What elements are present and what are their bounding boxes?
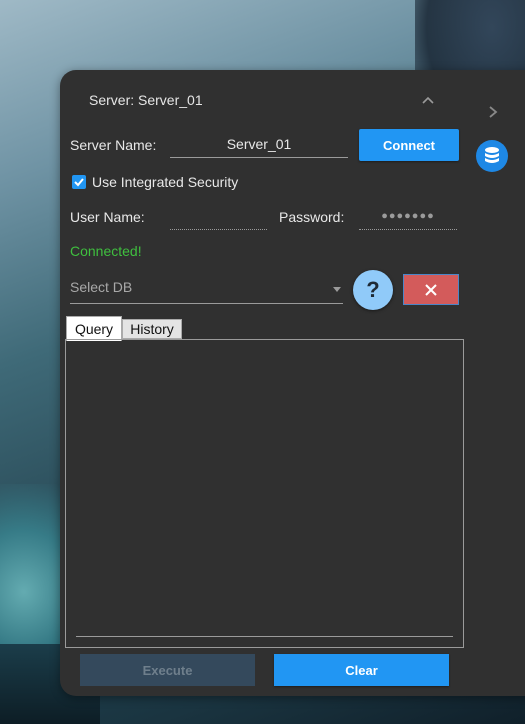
server-name-label: Server Name: (70, 137, 157, 153)
connection-status: Connected! (70, 243, 142, 259)
user-name-label: User Name: (70, 209, 145, 225)
user-name-input[interactable] (170, 207, 267, 230)
dropdown-caret-icon (333, 287, 341, 292)
panel-title: Server: Server_01 (89, 92, 203, 108)
server-panel: Server: Server_01 Server Name: Server_01… (60, 70, 525, 696)
execute-button[interactable]: Execute (80, 654, 255, 686)
integrated-security-checkbox[interactable] (72, 175, 86, 189)
tab-history[interactable]: History (122, 319, 182, 339)
server-name-input[interactable]: Server_01 (170, 135, 348, 158)
select-db-dropdown[interactable]: Select DB (70, 279, 343, 304)
chevron-right-icon[interactable] (485, 104, 501, 120)
close-icon (425, 283, 437, 296)
help-button[interactable]: ? (353, 270, 393, 310)
connect-button[interactable]: Connect (359, 129, 459, 161)
checkbox-checked-icon (74, 178, 84, 187)
password-input[interactable]: ●●●●●●● (359, 207, 457, 230)
integrated-security-label[interactable]: Use Integrated Security (92, 174, 238, 190)
select-db-placeholder: Select DB (70, 279, 133, 295)
clear-button[interactable]: Clear (274, 654, 449, 686)
query-editor[interactable] (65, 339, 464, 648)
database-icon[interactable] (476, 140, 508, 172)
query-underline (76, 636, 453, 637)
chevron-up-icon[interactable] (420, 92, 436, 108)
password-label: Password: (279, 209, 345, 225)
disconnect-button[interactable] (403, 274, 459, 305)
tab-query[interactable]: Query (66, 316, 122, 341)
